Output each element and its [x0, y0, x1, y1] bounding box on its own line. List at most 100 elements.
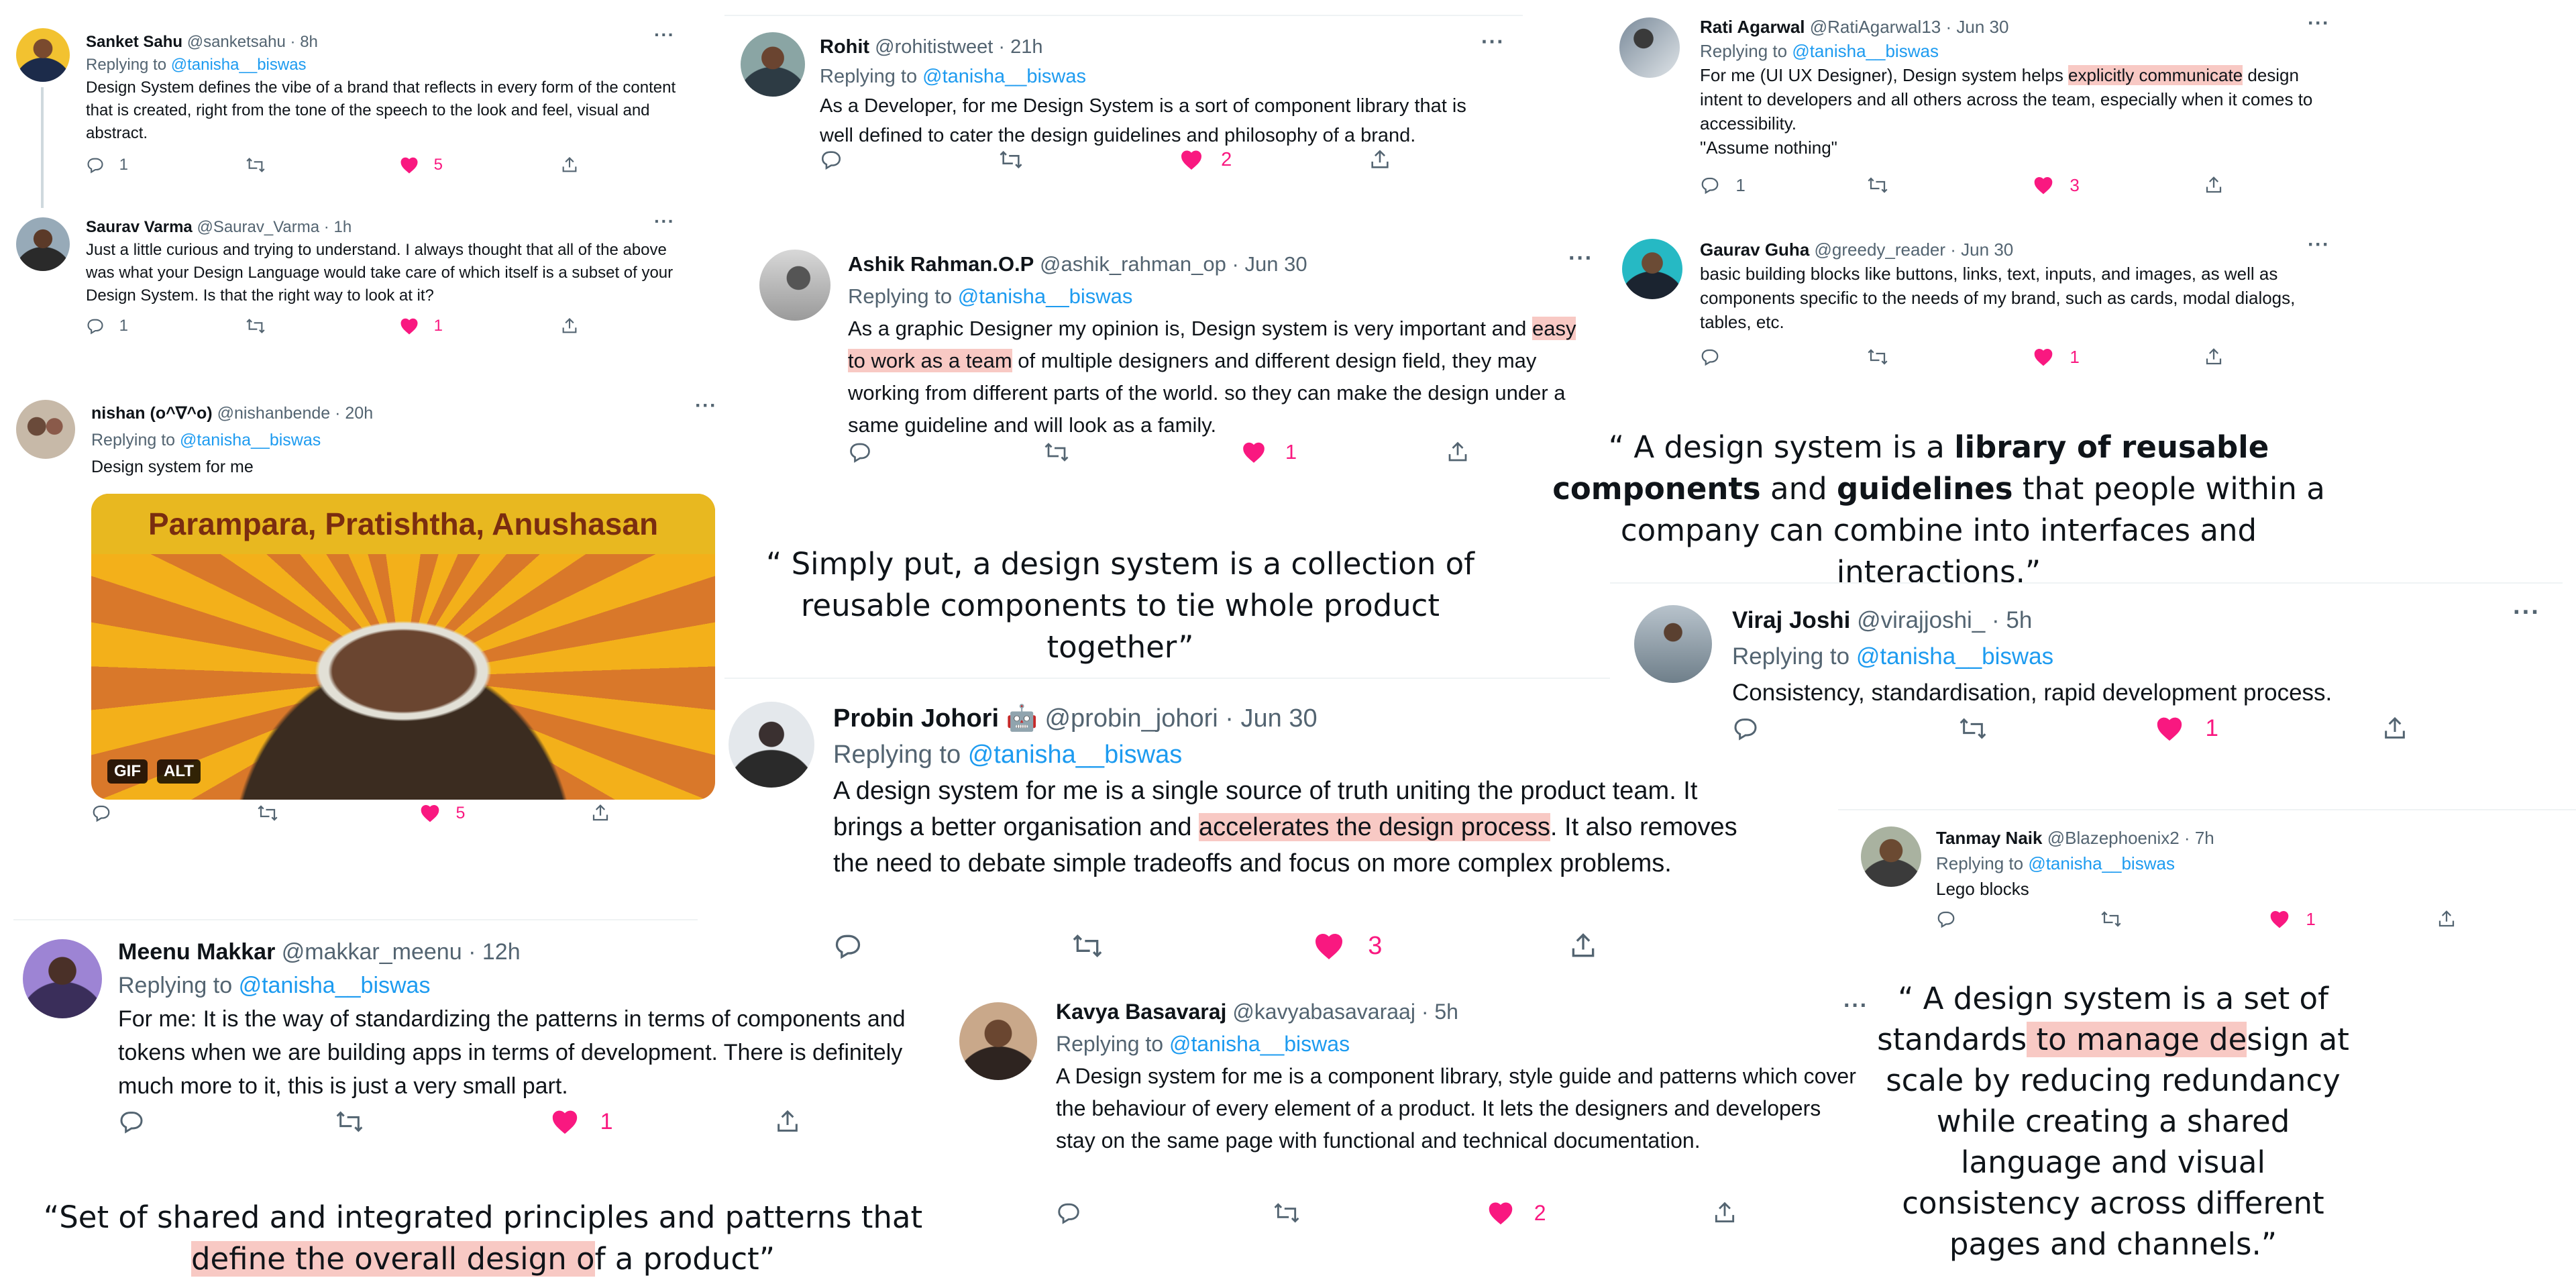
handle[interactable]: @sanketsahu [187, 33, 286, 51]
retweet-button[interactable] [334, 1108, 386, 1135]
like-button[interactable]: 1 [1241, 440, 1297, 464]
display-name[interactable]: Rohit [820, 36, 869, 58]
handle[interactable]: @makkar_meenu [282, 939, 462, 965]
like-button[interactable]: 3 [2033, 175, 2080, 196]
avatar[interactable] [16, 28, 70, 82]
tweet-meenu[interactable]: Meenu Makkar @makkar_meenu · 12h Replyin… [20, 931, 966, 1166]
display-name[interactable]: Meenu Makkar [118, 939, 275, 965]
handle[interactable]: @Saurav_Varma [197, 218, 319, 236]
handle[interactable]: @greedy_reader [1815, 239, 1946, 260]
retweet-button[interactable] [1866, 175, 1904, 195]
like-button[interactable]: 5 [399, 156, 443, 174]
retweet-button[interactable] [998, 148, 1041, 171]
retweet-button[interactable] [1043, 440, 1089, 464]
avatar[interactable] [959, 1002, 1037, 1080]
timestamp[interactable]: Jun 30 [1244, 252, 1307, 276]
share-button[interactable] [560, 317, 579, 335]
avatar[interactable] [1634, 605, 1712, 683]
like-button[interactable]: 1 [550, 1108, 613, 1135]
timestamp[interactable]: Jun 30 [1956, 17, 2008, 37]
display-name[interactable]: Ashik Rahman.O.P [848, 252, 1034, 276]
like-button[interactable]: 1 [2155, 715, 2218, 742]
handle[interactable]: @probin_johori [1044, 704, 1218, 733]
mention-link[interactable]: @tanisha__biswas [239, 973, 431, 998]
more-icon[interactable]: ··· [695, 394, 717, 417]
retweet-button[interactable] [2100, 909, 2138, 929]
handle[interactable]: @ashik_rahman_op [1040, 252, 1226, 276]
reply-button[interactable]: 1 [1700, 175, 1746, 196]
timestamp[interactable]: 5h [1434, 1000, 1458, 1024]
mention-link[interactable]: @tanisha__biswas [1792, 41, 1939, 61]
share-button[interactable] [1446, 440, 1470, 464]
retweet-button[interactable] [245, 317, 281, 335]
display-name[interactable]: Viraj Joshi [1732, 607, 1850, 633]
display-name[interactable]: Sanket Sahu [86, 33, 182, 51]
like-button[interactable]: 1 [2269, 909, 2316, 930]
tweet-ashik[interactable]: Ashik Rahman.O.P @ashik_rahman_op · Jun … [758, 243, 1603, 491]
avatar[interactable] [1622, 239, 1682, 299]
avatar[interactable] [1619, 17, 1680, 78]
retweet-button[interactable] [1071, 931, 1127, 961]
mention-link[interactable]: @tanisha__biswas [171, 56, 307, 74]
share-button[interactable] [1712, 1200, 1737, 1226]
mention-link[interactable]: @tanisha__biswas [2028, 853, 2175, 873]
more-icon[interactable]: ··· [1481, 30, 1505, 54]
share-button[interactable] [774, 1108, 801, 1135]
tweet-rohit[interactable]: Rohit @rohitistweet · 21h Replying to @t… [738, 28, 1516, 196]
timestamp[interactable]: 5h [2006, 607, 2032, 633]
reply-button[interactable] [1056, 1200, 1101, 1226]
avatar[interactable] [16, 400, 75, 459]
tweet-sanket[interactable]: Sanket Sahu @sanketsahu · 8h Replying to… [13, 24, 704, 205]
retweet-button[interactable] [1957, 715, 2010, 742]
avatar[interactable] [16, 217, 70, 271]
handle[interactable]: @Blazephoenix2 [2047, 828, 2180, 848]
mention-link[interactable]: @tanisha__biswas [1169, 1032, 1350, 1056]
more-icon[interactable]: ··· [2513, 598, 2540, 627]
display-name[interactable]: nishan (o^∇^o) [91, 404, 213, 423]
share-button[interactable] [560, 156, 579, 174]
share-button[interactable] [1568, 931, 1598, 961]
reply-button[interactable] [1936, 909, 1972, 929]
avatar[interactable] [741, 32, 805, 97]
display-name[interactable]: Tanmay Naik [1936, 828, 2042, 848]
share-button[interactable] [590, 803, 610, 823]
share-button[interactable] [2204, 347, 2224, 367]
handle[interactable]: @RatiAgarwal13 [1810, 17, 1941, 37]
timestamp[interactable]: 8h [300, 33, 318, 51]
alt-badge[interactable]: ALT [157, 759, 201, 784]
reply-button[interactable]: 1 [86, 317, 128, 335]
like-button[interactable]: 3 [1313, 931, 1382, 961]
tweet-nishan[interactable]: nishan (o^∇^o) @nishanbende · 20h Replyi… [13, 394, 724, 852]
handle[interactable]: @kavyabasavaraaj [1232, 1000, 1415, 1024]
mention-link[interactable]: @tanisha__biswas [968, 741, 1183, 769]
mention-link[interactable]: @tanisha__biswas [1856, 643, 2053, 670]
retweet-button[interactable] [256, 803, 294, 823]
reply-button[interactable] [1700, 347, 1735, 367]
share-button[interactable] [2204, 175, 2224, 195]
more-icon[interactable]: ··· [1568, 246, 1593, 272]
share-button[interactable] [2436, 909, 2457, 929]
share-button[interactable] [1368, 148, 1391, 171]
handle[interactable]: @virajjoshi_ [1857, 607, 1985, 633]
more-icon[interactable]: ··· [654, 211, 675, 232]
mention-link[interactable]: @tanisha__biswas [958, 284, 1133, 308]
mention-link[interactable]: @tanisha__biswas [180, 431, 321, 449]
timestamp[interactable]: 1h [333, 218, 352, 236]
like-button[interactable]: 2 [1487, 1200, 1546, 1226]
tweet-tanmay[interactable]: Tanmay Naik @Blazephoenix2 · 7h Replying… [1858, 824, 2556, 958]
handle[interactable]: @nishanbende [217, 404, 331, 423]
tweet-saurav[interactable]: Saurav Varma @Saurav_Varma · 1h Just a l… [13, 211, 704, 362]
avatar[interactable] [1861, 826, 1921, 887]
avatar[interactable] [23, 939, 102, 1018]
mention-link[interactable]: @tanisha__biswas [922, 66, 1086, 87]
avatar[interactable] [759, 250, 830, 321]
more-icon[interactable]: ··· [1843, 993, 1868, 1019]
display-name[interactable]: Rati Agarwal [1700, 17, 1805, 37]
display-name[interactable]: Kavya Basavaraj [1056, 1000, 1226, 1024]
more-icon[interactable]: ··· [2308, 233, 2330, 256]
retweet-button[interactable] [1866, 347, 1904, 367]
tweet-rati[interactable]: Rati Agarwal @RatiAgarwal13 · Jun 30 Rep… [1617, 12, 2341, 216]
reply-button[interactable] [91, 803, 127, 823]
timestamp[interactable]: 21h [1010, 36, 1042, 58]
timestamp[interactable]: 20h [345, 404, 373, 423]
